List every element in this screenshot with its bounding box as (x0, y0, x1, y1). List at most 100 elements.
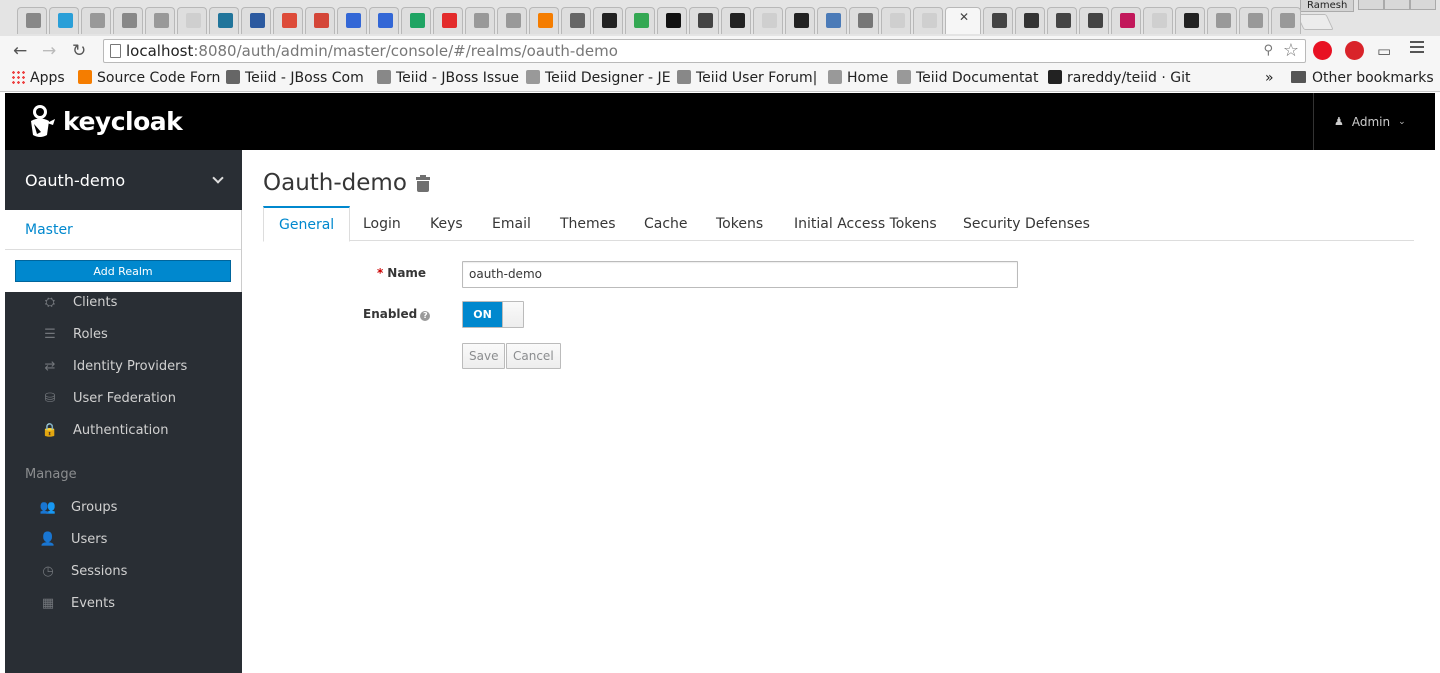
sidebar-item-roles[interactable]: ☰ Roles (5, 318, 242, 350)
cancel-button[interactable]: Cancel (506, 343, 561, 369)
browser-tab[interactable] (465, 7, 495, 34)
trash-icon[interactable] (416, 175, 430, 192)
browser-tab[interactable] (1015, 7, 1045, 34)
close-tab-icon[interactable]: ✕ (959, 10, 969, 24)
browser-tab[interactable] (849, 7, 879, 34)
tab-themes[interactable]: Themes (545, 206, 631, 241)
browser-tab[interactable] (785, 7, 815, 34)
tab-security-defenses[interactable]: Security Defenses (948, 206, 1105, 241)
save-button[interactable]: Save (462, 343, 506, 369)
adblock-icon[interactable] (1345, 41, 1364, 60)
browser-tab[interactable] (1079, 7, 1109, 34)
help-icon[interactable]: ? (420, 311, 431, 321)
browser-tab[interactable] (305, 7, 335, 34)
sidebar-item-authentication[interactable]: 🔒 Authentication (5, 414, 242, 446)
address-bar[interactable]: localhost:8080/auth/admin/master/console… (103, 39, 1306, 63)
browser-tab[interactable] (1175, 7, 1205, 34)
menu-icon[interactable] (1410, 41, 1424, 56)
browser-tab[interactable] (81, 7, 111, 34)
browser-tab[interactable] (561, 7, 591, 34)
profile-button[interactable]: Ramesh (1300, 0, 1355, 12)
browser-tab[interactable] (337, 7, 367, 34)
back-icon[interactable]: ← (13, 39, 27, 63)
key-icon[interactable]: ⚲ (1263, 43, 1273, 58)
browser-tab[interactable] (983, 7, 1013, 34)
add-realm-button[interactable]: Add Realm (15, 260, 231, 282)
jboss-dev-icon (377, 70, 391, 84)
browser-tab[interactable] (1271, 7, 1301, 34)
close-window-button[interactable] (1410, 0, 1436, 10)
enabled-toggle[interactable]: ON (462, 301, 524, 328)
browser-tab[interactable] (113, 7, 143, 34)
browser-tab[interactable] (721, 7, 751, 34)
tab-login[interactable]: Login (348, 206, 416, 241)
opera-icon[interactable] (1313, 41, 1332, 60)
browser-tab[interactable] (1111, 7, 1141, 34)
cast-icon[interactable]: ▭ (1377, 39, 1391, 63)
browser-tab[interactable] (49, 7, 79, 34)
tab-email[interactable]: Email (477, 206, 546, 241)
browser-tab[interactable] (625, 7, 655, 34)
browser-tab[interactable] (241, 7, 271, 34)
browser-tab[interactable] (273, 7, 303, 34)
bookmark-item[interactable]: rareddy/teiid · Git (1048, 69, 1191, 87)
browser-tab[interactable] (17, 7, 47, 34)
maximize-button[interactable] (1384, 0, 1410, 10)
bookmark-item[interactable]: Teiid Designer - JE (526, 69, 671, 87)
bookmark-item[interactable]: Teiid - JBoss Com (226, 69, 364, 87)
browser-tab[interactable] (177, 7, 207, 34)
reload-icon[interactable]: ↻ (72, 39, 86, 63)
url-text[interactable]: localhost:8080/auth/admin/master/console… (126, 42, 618, 60)
bookmark-item[interactable]: Source Code Forn (78, 69, 220, 87)
toggle-knob[interactable] (502, 302, 523, 327)
browser-tab[interactable] (817, 7, 847, 34)
sidebar-item-user-federation[interactable]: ⛁ User Federation (5, 382, 242, 414)
other-bookmarks-folder[interactable]: Other bookmarks (1291, 69, 1434, 87)
browser-tab[interactable] (753, 7, 783, 34)
name-input[interactable]: oauth-demo (462, 261, 1018, 288)
browser-tab[interactable] (593, 7, 623, 34)
browser-tab[interactable] (145, 7, 175, 34)
new-tab-button[interactable] (1296, 14, 1334, 30)
bookmark-item[interactable]: Apps (11, 69, 65, 87)
browser-tab[interactable] (401, 7, 431, 34)
sidebar-item-events[interactable]: ▦ Events (5, 587, 242, 619)
bookmark-item[interactable]: Home (828, 69, 888, 87)
browser-tab[interactable] (657, 7, 687, 34)
star-icon[interactable]: ☆ (1283, 40, 1299, 61)
browser-tab[interactable] (1207, 7, 1237, 34)
browser-tab[interactable] (881, 7, 911, 34)
tab-cache[interactable]: Cache (629, 206, 703, 241)
bookmark-item[interactable]: Teiid Documentat (897, 69, 1039, 87)
tab-keys[interactable]: Keys (415, 206, 478, 241)
tab-initial-access-tokens[interactable]: Initial Access Tokens (779, 206, 952, 241)
browser-tab[interactable] (1047, 7, 1077, 34)
browser-tab[interactable] (369, 7, 399, 34)
browser-tab[interactable] (497, 7, 527, 34)
bookmarks-bar: » Other bookmarks Apps Source Code Forn Te… (0, 66, 1440, 92)
tab-general[interactable]: General (263, 206, 351, 242)
browser-tab[interactable]: ✕ (945, 7, 981, 34)
bookmark-item[interactable]: Teiid - JBoss Issue (377, 69, 519, 87)
user-menu[interactable]: ♟ Admin ⌄ (1313, 93, 1435, 150)
sidebar-item-users[interactable]: 👤 Users (5, 523, 242, 555)
bookmarks-overflow-button[interactable]: » (1265, 69, 1274, 87)
bookmark-item[interactable]: Teiid User Forum| (677, 69, 817, 87)
browser-tab[interactable] (529, 7, 559, 34)
forward-icon[interactable]: → (42, 39, 56, 63)
browser-tab[interactable] (1143, 7, 1173, 34)
browser-tab[interactable] (913, 7, 943, 34)
tab-tokens[interactable]: Tokens (701, 206, 778, 241)
browser-tab[interactable] (433, 7, 463, 34)
browser-tab[interactable] (209, 7, 239, 34)
sidebar-item-sessions[interactable]: ◷ Sessions (5, 555, 242, 587)
sidebar-item-clients[interactable]: ⛭ Clients (5, 286, 242, 318)
keycloak-logo[interactable]: keycloak (25, 103, 183, 139)
realm-item-master[interactable]: Master (5, 210, 241, 250)
sidebar-item-identity-providers[interactable]: ⇄ Identity Providers (5, 350, 242, 382)
browser-tab[interactable] (1239, 7, 1269, 34)
minimize-button[interactable] (1358, 0, 1384, 10)
sidebar-item-groups[interactable]: 👥 Groups (5, 491, 242, 523)
realm-selector[interactable]: Oauth-demo (5, 150, 242, 210)
browser-tab[interactable] (689, 7, 719, 34)
